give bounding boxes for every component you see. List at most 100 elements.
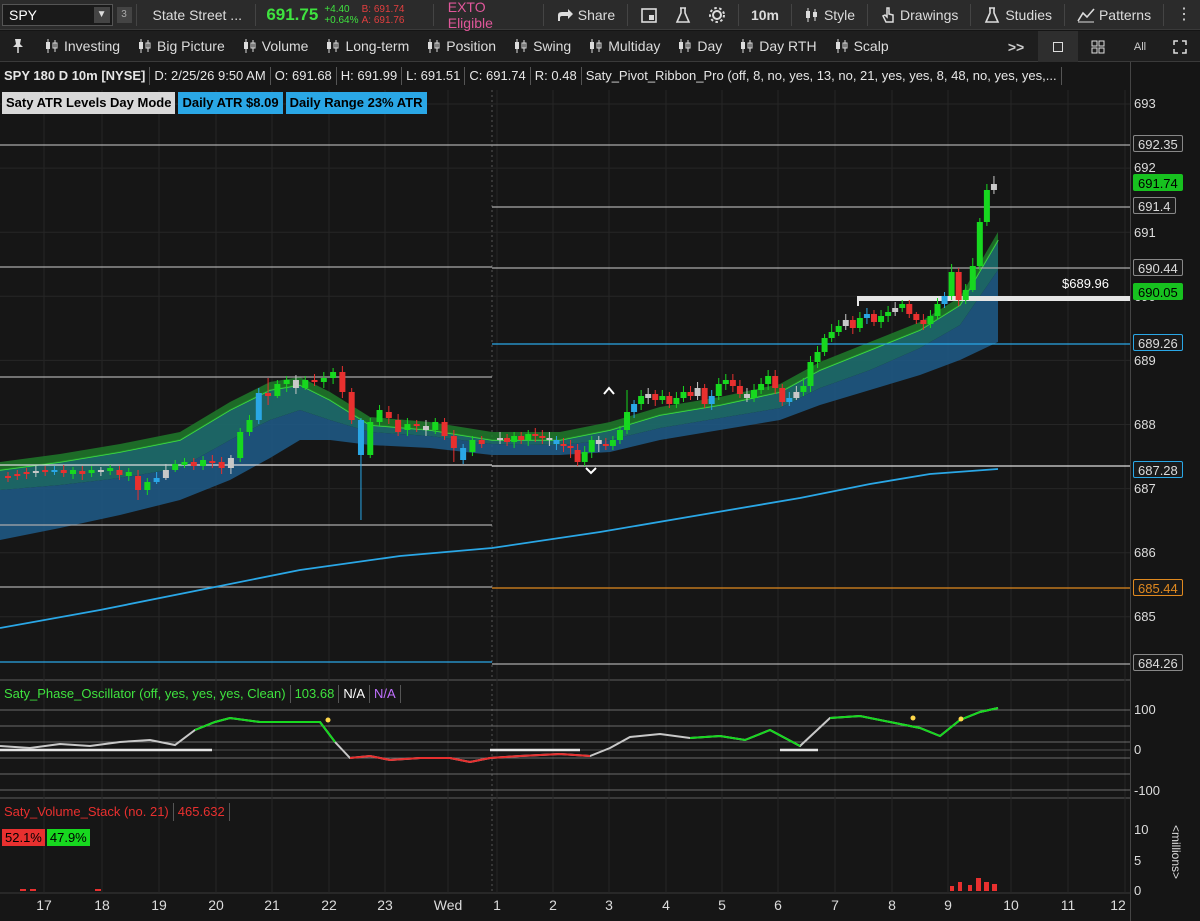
mode-scalp[interactable]: Scalp <box>826 38 898 54</box>
study-label[interactable]: Saty_Pivot_Ribbon_Pro (off, 8, no, yes, … <box>582 67 1062 85</box>
mode-day[interactable]: Day <box>669 38 731 54</box>
divider <box>1064 3 1065 26</box>
price-level-tag: 687.28 <box>1133 461 1183 478</box>
candle-body <box>906 304 913 314</box>
chevron-down-icon[interactable]: ▼ <box>93 6 110 23</box>
candle-body <box>320 378 327 382</box>
all-grids-button[interactable]: All <box>1120 31 1160 62</box>
mode-day-rth[interactable]: Day RTH <box>731 38 825 54</box>
studies-button[interactable]: Studies <box>975 6 1060 24</box>
candles-icon <box>428 39 440 53</box>
more-modes-button[interactable]: >> <box>996 31 1036 62</box>
candle-body <box>14 474 21 476</box>
flask-button[interactable] <box>666 6 700 24</box>
candle-body <box>311 380 318 382</box>
candle-body <box>616 430 623 440</box>
candle-body <box>638 396 645 404</box>
exto-eligible-label[interactable]: EXTO Eligible <box>438 0 539 31</box>
price-change: +4.40 +0.64% <box>324 4 361 26</box>
mode-volume[interactable]: Volume <box>234 38 318 54</box>
candle-body <box>5 476 11 478</box>
volume-header: Saty_Volume_Stack (no. 21) 465.632 <box>0 802 230 822</box>
mode-swing[interactable]: Swing <box>505 38 580 54</box>
share-button[interactable]: Share <box>548 7 623 23</box>
candle-body <box>849 320 856 328</box>
candle-body <box>899 304 906 308</box>
style-button[interactable]: Style <box>796 7 863 23</box>
volume-study-name[interactable]: Saty_Volume_Stack (no. 21) <box>0 803 174 821</box>
timeframe-button[interactable]: 10m <box>743 7 787 23</box>
fullscreen-button[interactable] <box>1160 31 1200 62</box>
oscillator-value: 103.68 <box>291 685 340 703</box>
mode-big-picture[interactable]: Big Picture <box>129 38 234 54</box>
candle-body <box>88 470 95 473</box>
mode-label: Position <box>446 38 497 54</box>
candles-icon <box>805 7 817 22</box>
sell-volume-pct: 52.1% <box>2 829 45 846</box>
price-tick: 691 <box>1134 225 1156 240</box>
price-level-tag: 684.26 <box>1133 654 1183 671</box>
candle-body <box>432 422 439 430</box>
candle-body <box>144 482 151 490</box>
candle-body <box>200 460 207 466</box>
oscillator-signal-dot <box>958 716 964 722</box>
volume-bar <box>20 889 26 891</box>
candle-body <box>870 314 877 322</box>
buy-volume-pct: 47.9% <box>46 829 90 846</box>
candle-body <box>715 384 722 396</box>
candle-body <box>631 404 638 412</box>
pin-button[interactable] <box>0 38 36 54</box>
candle-body <box>292 380 299 388</box>
grid-layout-button[interactable] <box>1078 31 1118 62</box>
grid-icon <box>1091 40 1105 53</box>
company-name[interactable]: State Street ... <box>140 7 251 23</box>
patterns-button[interactable]: Patterns <box>1069 7 1159 23</box>
daily-atr-badge: Daily ATR $8.09 <box>178 92 283 114</box>
more-vertical-button[interactable]: ⋮ <box>1168 6 1200 23</box>
flask-icon <box>985 6 1000 23</box>
candle-body <box>574 450 581 462</box>
settings-button[interactable] <box>700 6 734 24</box>
mode-investing[interactable]: Investing <box>36 38 129 54</box>
mode-long-term[interactable]: Long-term <box>317 38 418 54</box>
candle-body <box>162 470 169 478</box>
candle-body <box>878 316 885 322</box>
candle-body <box>976 222 983 266</box>
divider <box>135 3 137 26</box>
volume-bar <box>984 882 989 891</box>
candle-body <box>385 412 392 418</box>
mode-position[interactable]: Position <box>418 38 505 54</box>
candle-body <box>666 396 673 404</box>
price-tick: 689 <box>1134 353 1156 368</box>
gear-icon <box>709 6 726 23</box>
candle-body <box>546 438 553 440</box>
price-axis[interactable]: 693692691690689688687686685692.35691.746… <box>1130 62 1200 921</box>
mode-multiday[interactable]: Multiday <box>580 38 669 54</box>
single-grid-button[interactable] <box>1038 31 1078 62</box>
oscillator-name[interactable]: Saty_Phase_Oscillator (off, yes, yes, ye… <box>0 685 291 703</box>
mode-label: Scalp <box>853 38 889 54</box>
chart-title[interactable]: SPY 180 D 10m [NYSE] <box>0 67 151 85</box>
candle-body <box>983 190 990 222</box>
candles-icon <box>679 39 691 53</box>
price-tick: 688 <box>1134 417 1156 432</box>
candle-body <box>172 464 179 470</box>
price-chart[interactable] <box>0 62 1130 921</box>
candle-body <box>842 320 849 326</box>
candle-body <box>962 290 969 300</box>
candles-icon <box>590 39 602 53</box>
candle-body <box>680 392 687 398</box>
volume-bar <box>30 889 36 891</box>
candle-body <box>856 318 863 328</box>
calendar-button[interactable] <box>632 6 666 24</box>
link-group-badge[interactable]: 3 <box>116 6 132 23</box>
last-price: 691.75 <box>266 4 319 24</box>
drawings-button[interactable]: Drawings <box>872 6 966 24</box>
candle-body <box>460 448 467 460</box>
candle-body <box>302 380 309 388</box>
bar-close: C: 691.74 <box>465 67 531 85</box>
candle-body <box>948 272 955 296</box>
mode-label: Long-term <box>345 38 410 54</box>
candle-body <box>835 326 842 332</box>
symbol-input[interactable]: SPY ▼ <box>2 3 113 26</box>
